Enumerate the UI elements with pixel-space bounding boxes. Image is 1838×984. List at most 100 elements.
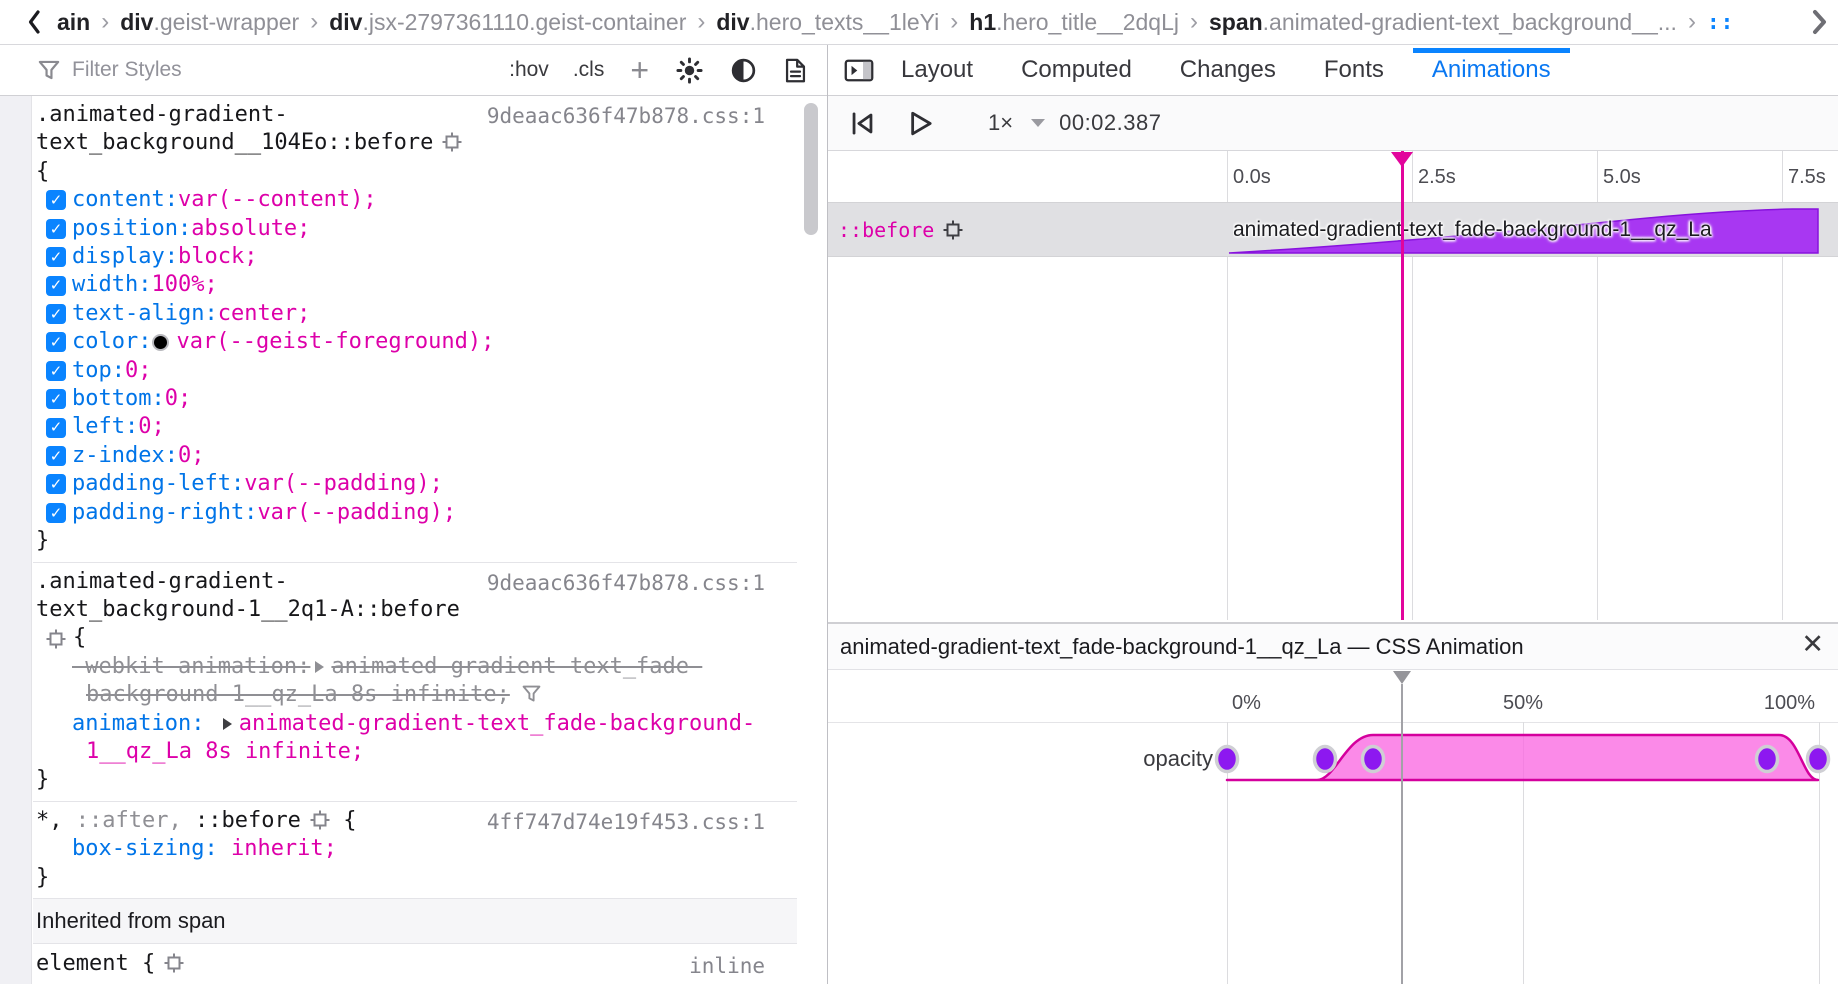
play-button[interactable] xyxy=(907,109,934,138)
property-name[interactable]: color: xyxy=(72,328,151,356)
breadcrumb-item-geist-wrapper[interactable]: div.geist-wrapper xyxy=(120,9,299,36)
property-name[interactable]: display: xyxy=(72,243,178,271)
detail-playhead-handle[interactable] xyxy=(1393,671,1411,684)
declaration-checkbox[interactable] xyxy=(46,503,66,523)
property-name[interactable]: z-index: xyxy=(72,442,178,470)
rule-selector[interactable]: text_background-1__2q1-A::before xyxy=(33,596,797,624)
keyframe-dot[interactable] xyxy=(1363,747,1384,772)
property-value[interactable]: absolute; xyxy=(191,215,310,243)
detail-playhead[interactable] xyxy=(1401,684,1403,984)
breadcrumb-item-before-pseudo[interactable]: :: xyxy=(1707,10,1734,34)
property-value[interactable]: var(--geist-foreground); xyxy=(176,328,494,356)
breadcrumb-scroll-left-button[interactable] xyxy=(26,9,41,35)
filter-styles-input[interactable] xyxy=(72,58,322,82)
property-value[interactable]: 0; xyxy=(138,413,165,441)
light-theme-icon[interactable] xyxy=(676,57,703,84)
rate-dropdown-caret-icon[interactable] xyxy=(1031,119,1045,127)
stylesheet-document-icon[interactable] xyxy=(784,57,807,84)
rule-selector[interactable]: element xyxy=(36,951,129,976)
property-value[interactable]: var(--padding); xyxy=(244,470,443,498)
add-rule-button[interactable]: + xyxy=(630,60,649,80)
breadcrumb-item-hero-title[interactable]: h1.hero_title__2dqLj xyxy=(969,9,1179,36)
property-value[interactable]: block; xyxy=(178,243,257,271)
property-name[interactable]: position: xyxy=(72,215,191,243)
property-name[interactable]: text-align: xyxy=(72,300,218,328)
rewind-button[interactable] xyxy=(848,109,877,138)
css-declaration: width: 100%; xyxy=(33,271,797,299)
tab-animations[interactable]: Animations xyxy=(1411,45,1572,95)
breadcrumb-item-main[interactable]: ain xyxy=(57,9,90,36)
property-value[interactable]: 100%; xyxy=(151,271,217,299)
breadcrumb-item-hero-texts[interactable]: div.hero_texts__1leYi xyxy=(716,9,939,36)
stylesheet-source-link[interactable]: 9deaac636f47b878.css:1 xyxy=(487,102,765,130)
dark-theme-icon[interactable] xyxy=(730,57,757,84)
css-declaration-animation[interactable]: animation:animated-gradient-text_fade-ba… xyxy=(33,710,797,738)
declaration-checkbox[interactable] xyxy=(46,304,66,324)
declaration-checkbox[interactable] xyxy=(46,332,66,352)
close-icon[interactable] xyxy=(1801,629,1824,660)
highlight-target-icon[interactable] xyxy=(310,810,330,830)
overridden-filter-icon[interactable] xyxy=(522,685,541,703)
tab-layout[interactable]: Layout xyxy=(880,45,994,95)
property-value[interactable]: center; xyxy=(218,300,311,328)
declaration-checkbox[interactable] xyxy=(46,389,66,409)
styles-scrollbar-thumb[interactable] xyxy=(804,103,818,235)
animation-track-row[interactable]: ::before animated-gradient-text_fade-bac… xyxy=(828,202,1838,257)
css-declaration[interactable]: box-sizing:inherit; xyxy=(33,835,797,863)
property-value[interactable]: 0; xyxy=(165,385,192,413)
css-declaration-overridden[interactable]: -webkit-animation:animated-gradient-text… xyxy=(33,653,797,681)
property-name[interactable]: left: xyxy=(72,413,138,441)
property-name[interactable]: bottom: xyxy=(72,385,165,413)
property-name[interactable]: width: xyxy=(72,271,151,299)
opacity-keyframes-graph[interactable] xyxy=(1207,723,1838,803)
property-value[interactable]: 0; xyxy=(178,442,205,470)
declaration-checkbox[interactable] xyxy=(46,474,66,494)
property-value[interactable]: var(--padding); xyxy=(257,499,456,527)
keyframe-dot[interactable] xyxy=(1757,747,1778,772)
animation-timeline[interactable]: 0.0s 2.5s 5.0s 7.5s ::before animated-gr… xyxy=(828,151,1838,622)
highlight-target-icon[interactable] xyxy=(943,220,963,240)
stylesheet-source-link[interactable]: 4ff747d74e19f453.css:1 xyxy=(487,808,765,836)
tab-fonts[interactable]: Fonts xyxy=(1303,45,1405,95)
toggle-hover-button[interactable]: :hov xyxy=(509,58,549,82)
declaration-checkbox[interactable] xyxy=(46,219,66,239)
breadcrumb-scroll-right-button[interactable] xyxy=(1811,8,1828,36)
declaration-checkbox[interactable] xyxy=(46,247,66,267)
toggle-classes-button[interactable]: .cls xyxy=(573,58,605,82)
stylesheet-source-link[interactable]: 9deaac636f47b878.css:1 xyxy=(487,569,765,597)
playback-rate-selector[interactable]: 1× xyxy=(988,110,1013,136)
highlight-target-icon[interactable] xyxy=(164,953,184,973)
highlight-target-icon[interactable] xyxy=(442,132,462,152)
tab-computed[interactable]: Computed xyxy=(1000,45,1153,95)
declaration-checkbox[interactable] xyxy=(46,276,66,296)
breadcrumb-item-geist-container[interactable]: div.jsx-2797361110.geist-container xyxy=(329,9,686,36)
property-name[interactable]: content: xyxy=(72,186,178,214)
timeline-playhead[interactable] xyxy=(1401,151,1404,620)
keyframe-dot[interactable] xyxy=(1808,747,1829,772)
timeline-playhead-handle[interactable] xyxy=(1391,152,1413,167)
color-swatch[interactable] xyxy=(152,334,169,351)
breadcrumb-separator-icon xyxy=(697,8,705,36)
property-value[interactable]: 0; xyxy=(125,357,152,385)
property-name[interactable]: padding-right: xyxy=(72,499,257,527)
keyframe-dot[interactable] xyxy=(1217,747,1238,772)
highlight-target-icon[interactable] xyxy=(46,629,66,649)
sidebar-toggle-icon[interactable] xyxy=(844,59,874,82)
expand-triangle-icon[interactable] xyxy=(223,718,232,730)
declaration-checkbox[interactable] xyxy=(46,190,66,210)
declaration-checkbox[interactable] xyxy=(46,361,66,381)
animation-target-label[interactable]: ::before xyxy=(838,203,963,256)
css-rule-background-104Eo: 9deaac636f47b878.css:1 .animated-gradien… xyxy=(33,96,797,563)
rule-selector[interactable]: text_background__104Eo::before xyxy=(33,129,797,157)
declaration-checkbox[interactable] xyxy=(46,418,66,438)
property-name[interactable]: padding-left: xyxy=(72,470,244,498)
breadcrumb-separator-icon xyxy=(310,8,318,36)
declaration-checkbox[interactable] xyxy=(46,446,66,466)
property-name[interactable]: top: xyxy=(72,357,125,385)
animations-panel: 1× 00:02.387 0.0s 2.5s 5.0s 7.5s ::befor… xyxy=(828,96,1838,984)
property-value[interactable]: var(--content); xyxy=(178,186,377,214)
tab-changes[interactable]: Changes xyxy=(1159,45,1297,95)
expand-triangle-icon[interactable] xyxy=(315,661,324,673)
keyframe-dot[interactable] xyxy=(1315,747,1336,772)
breadcrumb-item-span-background[interactable]: span.animated-gradient-text_background__… xyxy=(1209,9,1677,36)
